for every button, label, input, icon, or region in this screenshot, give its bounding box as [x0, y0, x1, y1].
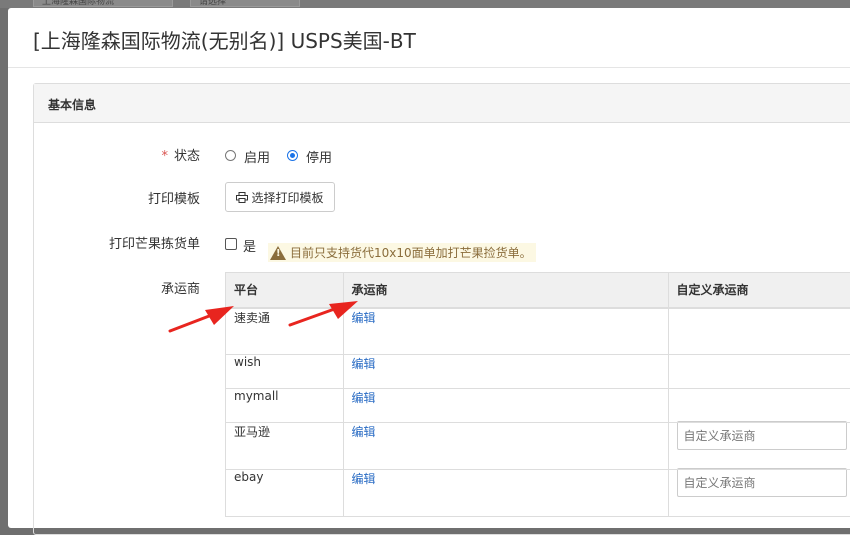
table-row: mymall 编辑 [226, 389, 850, 423]
edit-carrier-link[interactable]: 编辑 [352, 311, 376, 325]
table-row: 亚马逊 编辑 [226, 423, 850, 470]
edit-carrier-link[interactable]: 编辑 [352, 425, 376, 439]
required-mark: * [161, 149, 168, 164]
print-template-label: 打印模板 [70, 188, 200, 207]
platform-cell: 速卖通 [226, 308, 344, 355]
status-option-enabled-label: 启用 [244, 147, 270, 166]
custom-carrier-input[interactable] [677, 468, 847, 497]
edit-carrier-link[interactable]: 编辑 [352, 391, 376, 405]
select-print-template-button[interactable]: 选择打印模板 [225, 182, 335, 212]
custom-carrier-input[interactable] [677, 421, 847, 450]
status-radio-enabled[interactable] [225, 150, 236, 161]
column-header-platform: 平台 [226, 273, 344, 308]
custom-carrier-cell [668, 389, 850, 423]
background-logistics-select: 上海隆森国际物流 [33, 0, 173, 7]
panel-heading: 基本信息 [34, 84, 850, 123]
table-row: ebay 编辑 [226, 470, 850, 517]
status-radio-disabled[interactable] [287, 150, 298, 161]
edit-carrier-link[interactable]: 编辑 [352, 472, 376, 486]
print-icon [236, 192, 248, 203]
mango-pick-checkbox[interactable] [225, 238, 237, 250]
carrier-label: 承运商 [70, 278, 200, 297]
warning-icon [270, 246, 286, 260]
custom-carrier-cell [668, 355, 850, 389]
platform-cell: wish [226, 355, 344, 389]
mango-pick-checkbox-label: 是 [243, 236, 256, 255]
mango-pick-warning: 目前只支持货代10x10面单加打芒果捡货单。 [268, 243, 536, 262]
platform-cell: 亚马逊 [226, 423, 344, 470]
custom-carrier-cell [668, 308, 850, 355]
column-header-carrier: 承运商 [343, 273, 668, 308]
carrier-table: 平台 承运商 自定义承运商 速卖通 编辑 wish 编辑 mymall 编辑 [225, 272, 850, 517]
column-header-custom-carrier: 自定义承运商 [668, 273, 850, 308]
table-row: 速卖通 编辑 [226, 308, 850, 355]
channel-edit-modal: [上海隆森国际物流(无别名)] USPS美国-BT 基本信息 *状态 启用 停用… [8, 8, 850, 528]
status-option-disabled-label: 停用 [306, 147, 332, 166]
custom-carrier-cell [668, 470, 850, 517]
status-label: *状态 [70, 145, 200, 164]
platform-cell: mymall [226, 389, 344, 423]
select-print-template-label: 选择打印模板 [251, 189, 323, 206]
panel-heading-title: 基本信息 [48, 96, 96, 113]
mango-pick-warning-text: 目前只支持货代10x10面单加打芒果捡货单。 [290, 244, 532, 261]
platform-cell: ebay [226, 470, 344, 517]
modal-header-divider [8, 67, 850, 68]
modal-title: [上海隆森国际物流(无别名)] USPS美国-BT [33, 25, 416, 54]
background-filter-select: 请选择 [190, 0, 300, 7]
table-header-row: 平台 承运商 自定义承运商 [226, 273, 850, 308]
custom-carrier-cell [668, 423, 850, 470]
mango-pick-label: 打印芒果拣货单 [70, 233, 200, 252]
table-row: wish 编辑 [226, 355, 850, 389]
edit-carrier-link[interactable]: 编辑 [352, 357, 376, 371]
